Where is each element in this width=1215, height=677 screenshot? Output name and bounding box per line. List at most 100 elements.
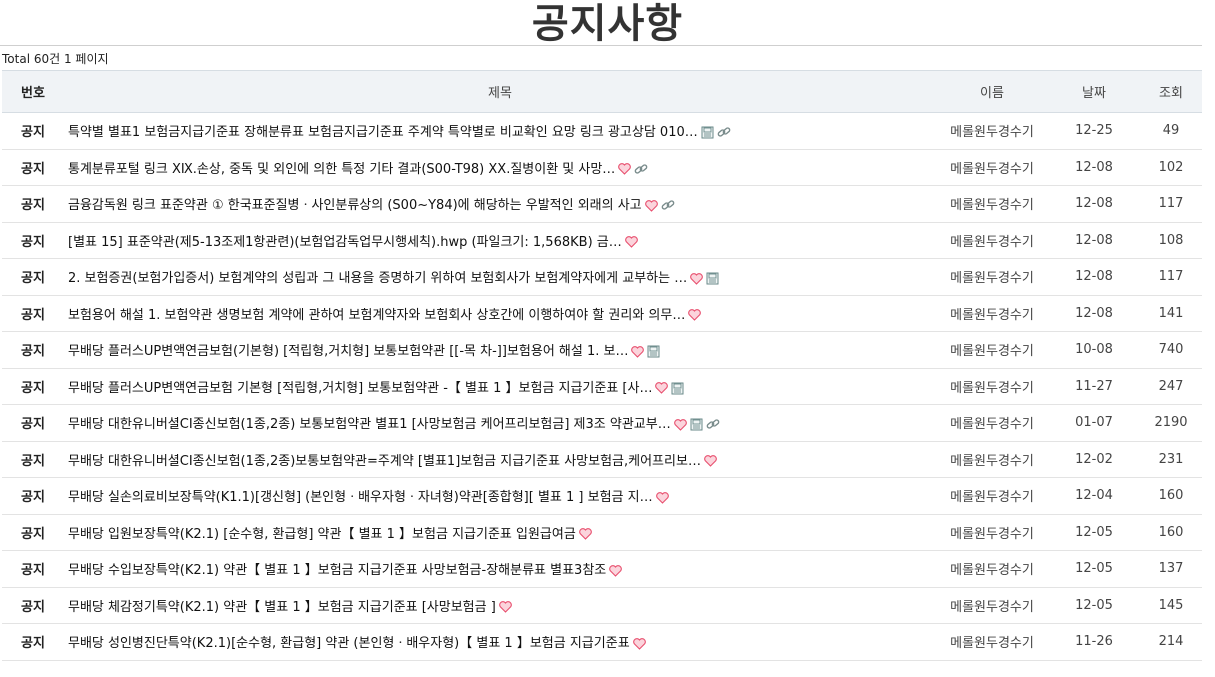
row-date: 01-07 xyxy=(1048,404,1140,442)
row-hits: 108 xyxy=(1140,222,1202,259)
heart-icon xyxy=(578,528,592,541)
link-icon xyxy=(717,127,731,137)
row-author: 메롤원두경수기 xyxy=(936,404,1048,442)
row-date: 12-08 xyxy=(1048,185,1140,223)
row-hits: 141 xyxy=(1140,295,1202,332)
row-subject: 무배당 플러스UP변액연금보험(기본형) [적립형,거치형] 보통보험약관 [[… xyxy=(64,331,936,369)
row-hits: 160 xyxy=(1140,477,1202,515)
row-subject: 보험용어 해설 1. 보험약관 생명보험 계약에 관하여 보험계약자와 보험회사… xyxy=(64,295,936,332)
row-subject: 무배당 대한유니버셜CI종신보험(1종,2종)보통보험약관=주계약 [별표1]보… xyxy=(64,441,936,478)
subject-link[interactable]: 특약별 별표1 보험금지급기준표 장해분류표 보험금지급기준표 주계약 특약별로… xyxy=(68,125,698,140)
link-icon xyxy=(661,200,674,210)
file-attachment-icon xyxy=(690,418,703,431)
row-date: 12-05 xyxy=(1048,514,1140,551)
row-hits: 117 xyxy=(1140,185,1202,223)
row-num: 공지 xyxy=(2,185,64,223)
subject-link[interactable]: 무배당 수입보장특약(K2.1) 약관【 별표 1 】보험금 지급기준표 사망보… xyxy=(68,563,606,578)
row-num: 공지 xyxy=(2,477,64,515)
row-num: 공지 xyxy=(2,368,64,405)
row-hits: 137 xyxy=(1140,550,1202,588)
row-author: 메롤원두경수기 xyxy=(936,185,1048,223)
subject-link[interactable]: 통계분류포털 링크 ⅩⅨ.손상, 중독 및 외인에 의한 특정 기타 결과(S0… xyxy=(68,162,615,177)
row-date: 11-27 xyxy=(1048,368,1140,405)
row-subject: 무배당 성인병진단특약(K2.1)[순수형, 환급형] 약관 (본인형ㆍ배우자형… xyxy=(64,623,936,661)
heart-icon xyxy=(688,309,702,322)
row-subject: 통계분류포털 링크 ⅩⅨ.손상, 중독 및 외인에 의한 특정 기타 결과(S0… xyxy=(64,149,936,186)
heart-icon xyxy=(624,236,638,249)
subject-link[interactable]: 무배당 입원보장특약(K2.1) [순수형, 환급형] 약관【 별표 1 】보험… xyxy=(68,527,576,542)
subject-link[interactable]: 2. 보험증권(보험가입증서) 보험계약의 성립과 그 내용을 증명하기 위하여… xyxy=(68,271,687,286)
subject-link[interactable]: 금융감독원 링크 표준약관 ① 한국표준질병ㆍ사인분류상의 (S00~Y84)에… xyxy=(68,198,642,213)
table-row: 공지 무배당 성인병진단특약(K2.1)[순수형, 환급형] 약관 (본인형ㆍ배우… xyxy=(2,623,1202,661)
row-author: 메롤원두경수기 xyxy=(936,514,1048,551)
table-row: 공지 무배당 수입보장특약(K2.1) 약관【 별표 1 】보험금 지급기준표 사… xyxy=(2,550,1202,588)
row-num: 공지 xyxy=(2,149,64,186)
subject-link[interactable]: 무배당 플러스UP변액연금보험 기본형 [적립형,거치형] 보통보험약관 -【 … xyxy=(68,381,652,396)
row-date: 12-08 xyxy=(1048,149,1140,186)
row-subject: 특약별 별표1 보험금지급기준표 장해분류표 보험금지급기준표 주계약 특약별로… xyxy=(64,112,936,150)
row-num: 공지 xyxy=(2,587,64,624)
heart-icon xyxy=(632,637,646,650)
subject-link[interactable]: 무배당 대한유니버셜CI종신보험(1종,2종)보통보험약관=주계약 [별표1]보… xyxy=(68,454,701,469)
row-author: 메롤원두경수기 xyxy=(936,258,1048,296)
subject-link[interactable]: [별표 15] 표준약관(제5-13조제1항관련)(보험업감독업무시행세칙).h… xyxy=(68,235,622,250)
heart-icon xyxy=(631,345,645,358)
subject-link[interactable]: 보험용어 해설 1. 보험약관 생명보험 계약에 관하여 보험계약자와 보험회사… xyxy=(68,308,685,323)
table-row: 공지 무배당 대한유니버셜CI종신보험(1종,2종)보통보험약관=주계약 [별표1… xyxy=(2,441,1202,478)
heart-icon xyxy=(655,491,669,504)
heart-icon xyxy=(673,418,687,431)
row-num: 공지 xyxy=(2,331,64,369)
heart-icon xyxy=(704,455,717,468)
file-attachment-icon xyxy=(647,345,660,358)
row-hits: 214 xyxy=(1140,623,1202,661)
table-row: 공지 무배당 체감정기특약(K2.1) 약관【 별표 1 】보험금 지급기준표 [… xyxy=(2,587,1202,624)
row-num: 공지 xyxy=(2,404,64,442)
row-hits: 231 xyxy=(1140,441,1202,478)
header-num: 번호 xyxy=(2,70,64,113)
row-hits: 117 xyxy=(1140,258,1202,296)
header-subject: 제목 xyxy=(64,70,936,113)
row-date: 12-08 xyxy=(1048,295,1140,332)
page-title: 공지사항 xyxy=(531,1,684,47)
row-date: 10-08 xyxy=(1048,331,1140,369)
row-hits: 102 xyxy=(1140,149,1202,186)
row-author: 메롤원두경수기 xyxy=(936,149,1048,186)
table-row: 공지 무배당 플러스UP변액연금보험 기본형 [적립형,거치형] 보통보험약관 -… xyxy=(2,368,1202,405)
subject-link[interactable]: 무배당 체감정기특약(K2.1) 약관【 별표 1 】보험금 지급기준표 [사망… xyxy=(68,600,496,615)
row-date: 12-08 xyxy=(1048,258,1140,296)
row-date: 12-05 xyxy=(1048,550,1140,588)
table-row: 공지 무배당 플러스UP변액연금보험(기본형) [적립형,거치형] 보통보험약관 … xyxy=(2,331,1202,369)
subject-link[interactable]: 무배당 실손의료비보장특약(K1.1)[갱신형] (본인형ㆍ배우자형ㆍ자녀형)약… xyxy=(68,490,653,505)
row-subject: 2. 보험증권(보험가입증서) 보험계약의 성립과 그 내용을 증명하기 위하여… xyxy=(64,258,936,296)
heart-icon xyxy=(655,382,669,395)
subject-link[interactable]: 무배당 대한유니버셜CI종신보험(1종,2종) 보통보험약관 별표1 [사망보험… xyxy=(68,417,671,432)
heart-icon xyxy=(690,272,704,285)
row-subject: 무배당 대한유니버셜CI종신보험(1종,2종) 보통보험약관 별표1 [사망보험… xyxy=(64,404,936,442)
row-num: 공지 xyxy=(2,441,64,478)
table-row: 공지 보험용어 해설 1. 보험약관 생명보험 계약에 관하여 보험계약자와 보험… xyxy=(2,295,1202,332)
row-date: 12-05 xyxy=(1048,587,1140,624)
row-num: 공지 xyxy=(2,295,64,332)
table-row: 공지 무배당 대한유니버셜CI종신보험(1종,2종) 보통보험약관 별표1 [사망… xyxy=(2,404,1202,442)
table-row: 공지 2. 보험증권(보험가입증서) 보험계약의 성립과 그 내용을 증명하기 위… xyxy=(2,258,1202,296)
link-icon xyxy=(706,419,720,429)
row-subject: 금융감독원 링크 표준약관 ① 한국표준질병ㆍ사인분류상의 (S00~Y84)에… xyxy=(64,185,936,223)
table-row: 공지 금융감독원 링크 표준약관 ① 한국표준질병ㆍ사인분류상의 (S00~Y84… xyxy=(2,185,1202,223)
table-row: 공지 [별표 15] 표준약관(제5-13조제1항관련)(보험업감독업무시행세칙)… xyxy=(2,222,1202,259)
header-name: 이름 xyxy=(936,70,1048,113)
row-hits: 49 xyxy=(1140,112,1202,150)
header-date: 날짜 xyxy=(1048,70,1140,113)
row-author: 메롤원두경수기 xyxy=(936,550,1048,588)
row-author: 메롤원두경수기 xyxy=(936,477,1048,515)
row-hits: 740 xyxy=(1140,331,1202,369)
row-subject: 무배당 입원보장특약(K2.1) [순수형, 환급형] 약관【 별표 1 】보험… xyxy=(64,514,936,551)
subject-link[interactable]: 무배당 플러스UP변액연금보험(기본형) [적립형,거치형] 보통보험약관 [[… xyxy=(68,344,628,359)
table-row: 공지 특약별 별표1 보험금지급기준표 장해분류표 보험금지급기준표 주계약 특약… xyxy=(2,112,1202,150)
row-num: 공지 xyxy=(2,222,64,259)
row-subject: 무배당 수입보장특약(K2.1) 약관【 별표 1 】보험금 지급기준표 사망보… xyxy=(64,550,936,588)
row-hits: 247 xyxy=(1140,368,1202,405)
subject-link[interactable]: 무배당 성인병진단특약(K2.1)[순수형, 환급형] 약관 (본인형ㆍ배우자형… xyxy=(68,636,630,651)
title-divider xyxy=(0,45,1202,46)
row-date: 12-04 xyxy=(1048,477,1140,515)
row-subject: 무배당 실손의료비보장특약(K1.1)[갱신형] (본인형ㆍ배우자형ㆍ자녀형)약… xyxy=(64,477,936,515)
